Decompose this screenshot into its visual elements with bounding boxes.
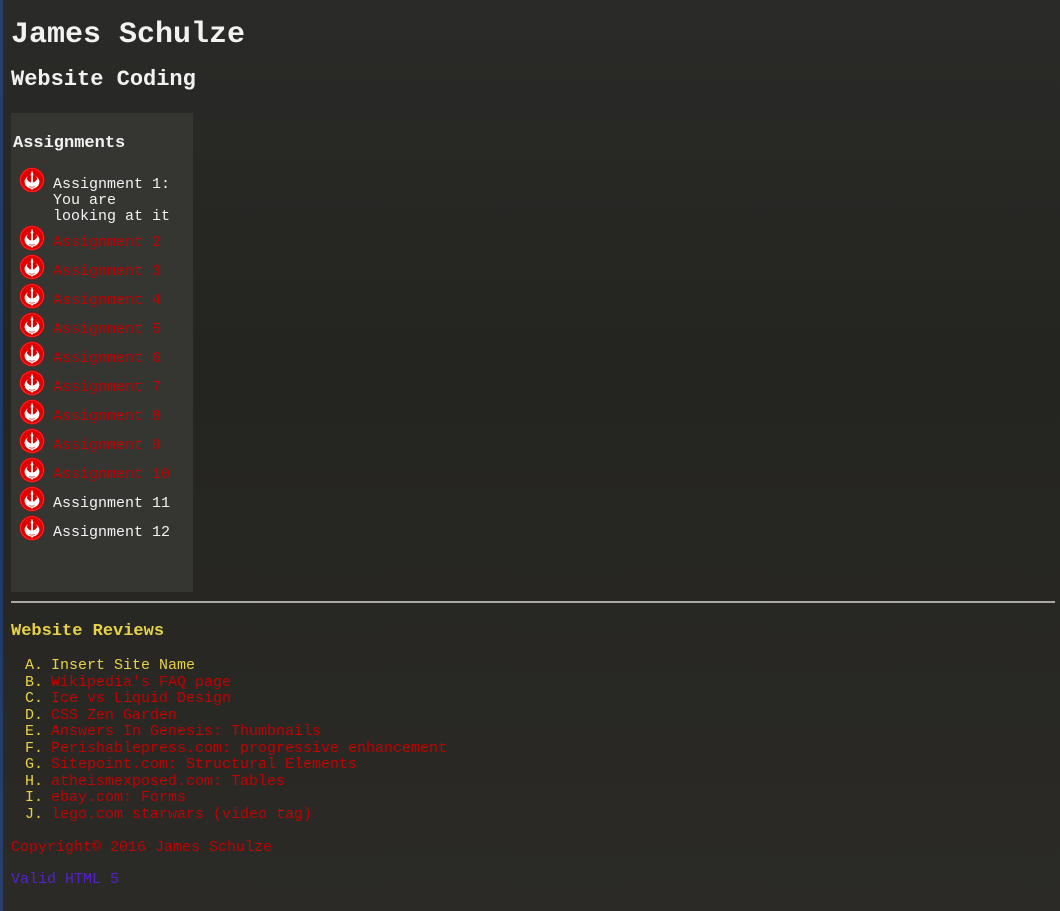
valid-html5-link[interactable]: Valid HTML 5 bbox=[11, 871, 119, 888]
site-owner-name: James Schulze bbox=[11, 18, 246, 52]
review-marker: J. bbox=[24, 805, 43, 823]
assignment-label: Assignment 11 bbox=[53, 495, 171, 512]
review-item[interactable]: D. CSS Zen Garden bbox=[11, 706, 1060, 725]
page-subtitle: Website Coding bbox=[11, 67, 196, 92]
assignment-link[interactable]: Assignment 6 bbox=[53, 350, 161, 367]
reviews-list: A. Insert Site Name B. Wikipedia's FAQ page… bbox=[11, 657, 1060, 824]
review-marker: E. bbox=[24, 723, 43, 740]
rebel-alliance-icon bbox=[19, 254, 45, 280]
review-item[interactable]: J. lego.com starwars (video tag) bbox=[11, 805, 1060, 824]
copyright-text: Copyright© 2016 James Schulze bbox=[11, 839, 273, 856]
review-link[interactable]: Wikipedia's FAQ page bbox=[51, 674, 231, 692]
window-left-edge bbox=[0, 0, 3, 911]
review-marker: F. bbox=[24, 739, 43, 757]
assignment-link[interactable]: Assignment 7 bbox=[53, 379, 161, 396]
review-label: Insert Site Name bbox=[51, 657, 196, 674]
reviews-title: Website Reviews bbox=[11, 622, 165, 641]
assignment-link[interactable]: Assignment 2 bbox=[53, 234, 161, 251]
assignment-link[interactable]: Assignment 9 bbox=[53, 437, 161, 454]
rebel-alliance-icon bbox=[19, 370, 45, 396]
review-marker: C. bbox=[24, 690, 43, 707]
section-divider bbox=[11, 601, 1055, 603]
review-link[interactable]: Answers In Genesis: Thumbnails bbox=[51, 723, 321, 741]
review-link[interactable]: ebay.com: Forms bbox=[51, 789, 186, 807]
review-link[interactable]: lego.com starwars (video tag) bbox=[51, 806, 312, 824]
rebel-alliance-icon bbox=[19, 312, 45, 338]
rebel-alliance-icon bbox=[19, 428, 45, 454]
review-link[interactable]: Ice vs Liquid Design bbox=[51, 690, 231, 708]
assignment-item: Assignment 12 bbox=[13, 515, 193, 554]
review-item[interactable]: H. atheismexposed.com: Tables bbox=[11, 772, 1060, 791]
review-item[interactable]: B. Wikipedia's FAQ page bbox=[11, 673, 1060, 692]
assignment-label: Assignment 1: You are looking at it bbox=[53, 176, 171, 225]
assignment-label: Assignment 12 bbox=[53, 524, 171, 541]
assignment-link[interactable]: Assignment 8 bbox=[53, 408, 161, 425]
assignment-link[interactable]: Assignment 5 bbox=[53, 321, 161, 338]
rebel-alliance-icon bbox=[19, 167, 45, 193]
review-marker: A. bbox=[24, 657, 43, 674]
review-link[interactable]: atheismexposed.com: Tables bbox=[51, 773, 285, 791]
review-item[interactable]: E. Answers In Genesis: Thumbnails bbox=[11, 723, 1060, 741]
rebel-alliance-icon bbox=[19, 341, 45, 367]
rebel-alliance-icon bbox=[19, 225, 45, 251]
rebel-alliance-icon bbox=[19, 457, 45, 483]
rebel-alliance-icon bbox=[19, 283, 45, 309]
review-item[interactable]: G. Sitepoint.com: Structural Elements bbox=[11, 756, 1060, 774]
review-item[interactable]: F. Perishablepress.com: progressive enhan… bbox=[11, 739, 1060, 758]
assignments-title: Assignments bbox=[13, 134, 126, 153]
rebel-alliance-icon bbox=[19, 399, 45, 425]
rebel-alliance-icon bbox=[19, 486, 45, 512]
assignment-link[interactable]: Assignment 3 bbox=[53, 263, 161, 280]
review-marker: G. bbox=[24, 756, 43, 773]
review-item: A. Insert Site Name bbox=[11, 657, 1060, 675]
assignment-link[interactable]: Assignment 10 bbox=[53, 466, 170, 483]
review-marker: H. bbox=[24, 772, 43, 790]
review-item[interactable]: I. ebay.com: Forms bbox=[11, 789, 1060, 807]
review-link[interactable]: CSS Zen Garden bbox=[51, 707, 177, 725]
review-marker: B. bbox=[24, 673, 43, 691]
rebel-alliance-icon bbox=[19, 515, 45, 541]
assignments-sidebar: Assignments Assignment 1: You are lookin… bbox=[11, 113, 193, 592]
assignments-list: Assignment 1: You are looking at it Assi… bbox=[13, 167, 193, 554]
review-marker: I. bbox=[24, 789, 43, 806]
review-link[interactable]: Sitepoint.com: Structural Elements bbox=[51, 756, 357, 774]
review-item[interactable]: C. Ice vs Liquid Design bbox=[11, 690, 1060, 708]
page: James Schulze Website Coding Assignments… bbox=[0, 0, 1060, 888]
assignment-link[interactable]: Assignment 4 bbox=[53, 292, 161, 309]
review-link[interactable]: Perishablepress.com: progressive enhance… bbox=[51, 740, 447, 758]
review-marker: D. bbox=[24, 706, 43, 724]
